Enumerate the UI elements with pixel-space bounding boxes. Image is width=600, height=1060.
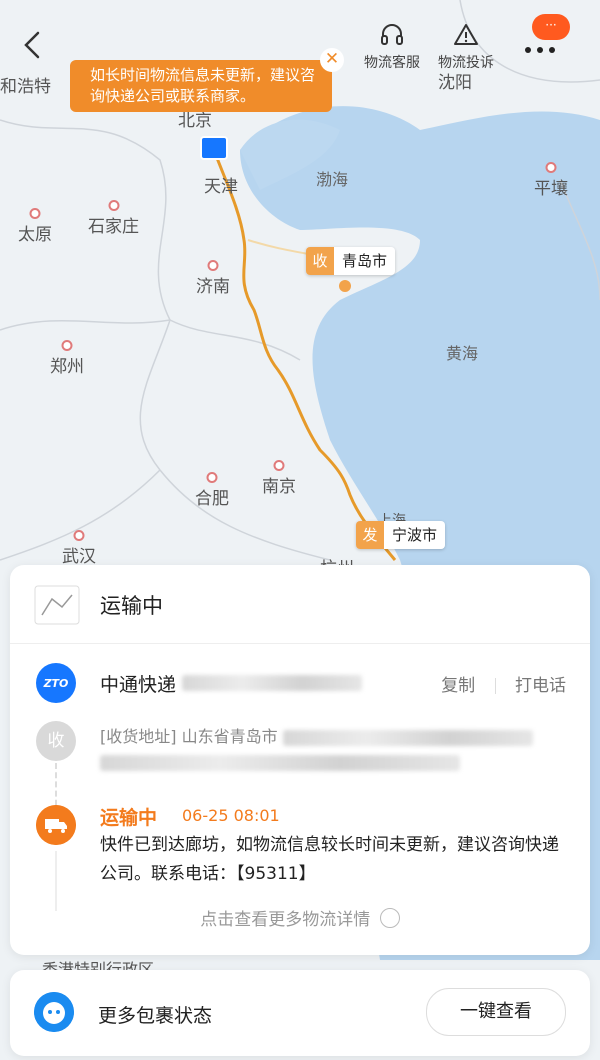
map-city-label: 天津 (204, 177, 238, 197)
headset-icon (381, 24, 403, 45)
map-city-label: 济南 (196, 260, 230, 297)
origin-tag: 发 (356, 521, 384, 549)
courier-row: ZTO 中通快递 复制 打电话 (36, 663, 566, 703)
complaint-button[interactable]: 物流投诉 (438, 22, 494, 72)
event-time: 06-25 08:01 (182, 806, 280, 825)
tracking-number-redacted (182, 675, 363, 691)
address-redacted (100, 755, 460, 771)
more-menu-button[interactable]: ··· (522, 14, 574, 54)
origin-marker[interactable]: 发 宁波市 (356, 521, 446, 549)
map-city-label: 和浩特 (0, 77, 51, 97)
complaint-label: 物流投诉 (438, 55, 494, 71)
copy-button[interactable]: 复制 (441, 676, 475, 696)
logistics-card: 运输中 ZTO 中通快递 复制 打电话 收 [收货地址] 山东省青岛市 运输中 … (10, 565, 590, 955)
more-packages-label: 更多包裹状态 (98, 1005, 213, 1027)
chevron-down-icon (379, 908, 400, 928)
map-city-label: 平壤 (534, 162, 568, 199)
close-icon[interactable]: ✕ (320, 48, 344, 72)
courier-name: 中通快递 (100, 673, 177, 696)
address-text: [收货地址] 山东省青岛市 (100, 723, 533, 747)
status-title: 运输中 (100, 594, 163, 618)
destination-name: 青岛市 (334, 247, 396, 275)
destination-marker[interactable]: 收 青岛市 (306, 247, 396, 275)
courier-actions: 复制 打电话 (441, 671, 566, 696)
origin-name: 宁波市 (384, 521, 446, 549)
chevron-left-icon[interactable] (20, 30, 46, 60)
more-details-label: 点击查看更多物流详情 (200, 910, 371, 930)
divider (10, 643, 590, 644)
status-header: 运输中 (34, 585, 163, 625)
package-mascot-icon (34, 992, 74, 1032)
customer-service-label: 物流客服 (364, 55, 420, 71)
sea-label-bohai: 渤海 (316, 170, 349, 189)
map-city-label: 太原 (18, 208, 52, 245)
event-status: 运输中 (100, 807, 158, 829)
address-redacted (282, 729, 533, 746)
zto-logo: ZTO (36, 663, 76, 703)
map-city-label: 石家庄 (88, 200, 139, 237)
sea-label-huanghai: 黄海 (446, 344, 479, 363)
more-packages-bar: 更多包裹状态 一键查看 (10, 970, 590, 1056)
customer-service-button[interactable]: 物流客服 (364, 22, 420, 72)
divider (494, 678, 496, 694)
event-description: 快件已到达廊坊，如物流信息较长时间未更新，建议咨询快递公司。联系电话：【9531… (100, 835, 559, 884)
timeline-connector (55, 851, 57, 911)
stale-info-toast: 如长时间物流信息未更新，建议咨询快递公司或联系商家。 (70, 60, 332, 112)
map-city-label: 武汉 (62, 530, 96, 567)
courier-truck-icon (200, 136, 228, 160)
more-badge: ··· (532, 14, 570, 40)
map-city-label: 郑州 (50, 340, 84, 377)
warning-icon (454, 24, 478, 45)
destination-tag: 收 (306, 247, 334, 275)
parcel-thumbnail-icon (34, 585, 80, 625)
map-city-label: 南京 (262, 460, 296, 497)
more-details-link[interactable]: 点击查看更多物流详情 (10, 905, 590, 930)
view-all-button[interactable]: 一键查看 (426, 988, 566, 1036)
truck-icon (36, 805, 76, 845)
toast-message: 如长时间物流信息未更新，建议咨询快递公司或联系商家。 (90, 66, 316, 105)
receive-icon: 收 (36, 721, 76, 761)
call-button[interactable]: 打电话 (515, 676, 566, 696)
map-city-label: 合肥 (195, 472, 229, 509)
